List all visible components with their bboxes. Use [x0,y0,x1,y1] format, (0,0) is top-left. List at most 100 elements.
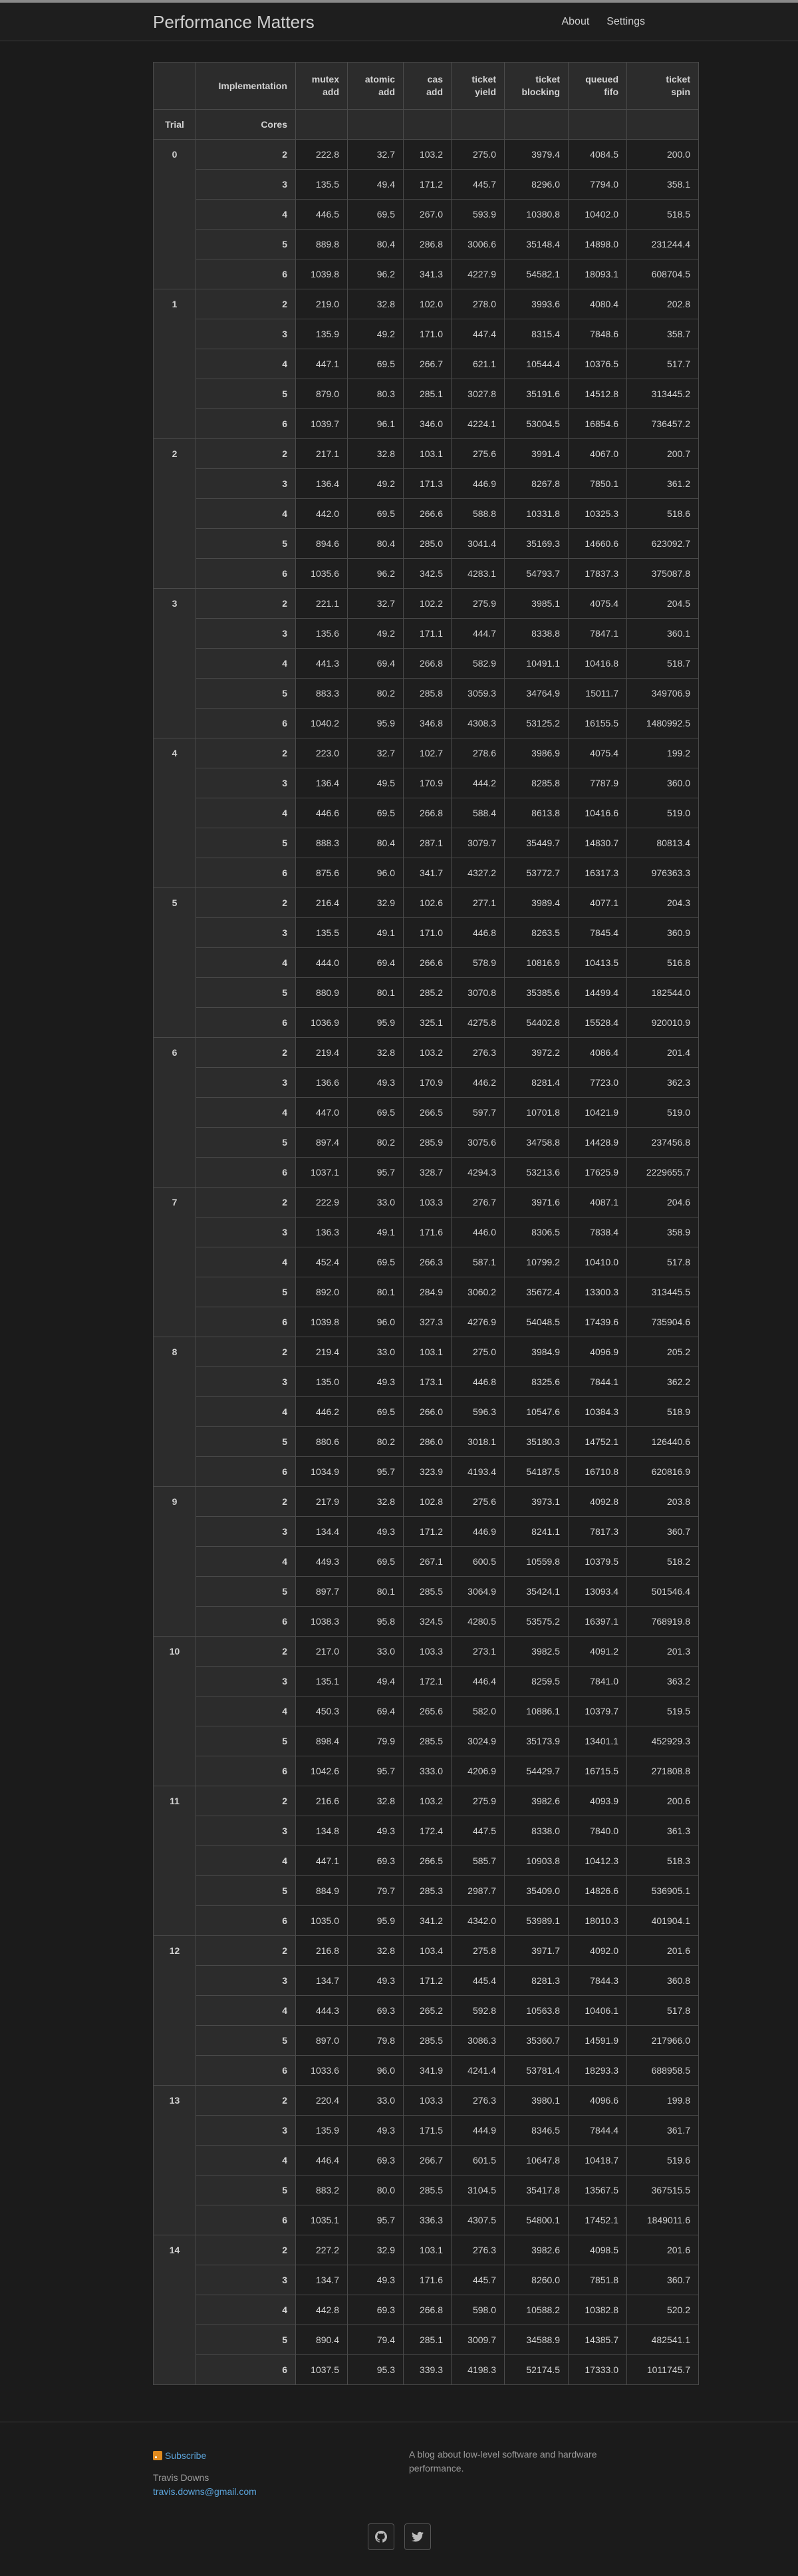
value-cell: 171.1 [403,618,452,649]
value-cell: 3993.6 [504,289,569,319]
value-cell: 69.3 [347,2295,404,2325]
value-cell: 4241.4 [451,2055,505,2086]
value-cell: 898.4 [295,1726,348,1756]
value-cell: 1035.6 [295,558,348,589]
header-trial: Trial [153,109,196,140]
value-cell: 4096.9 [568,1337,627,1367]
value-cell: 16710.8 [568,1456,627,1487]
table-row: 1 2 219.0 32.8 102.0 278.0 3993.6 4080.4 202.8 [153,289,699,439]
value-cell: 1039.7 [295,408,348,439]
cores-cell: 5 [196,2175,296,2205]
value-cell: 888.3 [295,828,348,858]
value-cell: 221.1 [295,588,348,619]
value-cell: 14385.7 [568,2325,627,2355]
value-cell: 54429.7 [504,1756,569,1786]
value-cell: 201.4 [626,1037,699,1068]
value-cell: 285.2 [403,977,452,1008]
value-cell: 134.7 [295,2265,348,2295]
value-cell: 444.2 [451,768,505,798]
cores-cell: 6 [196,408,296,439]
subscribe-link[interactable]: Subscribe [153,2450,206,2461]
value-cell: 4092.0 [568,1935,627,1966]
value-cell: 313445.5 [626,1277,699,1307]
trial-cell: 13 [153,2085,196,2235]
value-cell: 4308.3 [451,708,505,738]
value-cell: 16397.1 [568,1606,627,1637]
value-cell: 53213.6 [504,1157,569,1188]
value-cell: 276.3 [451,2235,505,2265]
value-cell: 517.8 [626,1995,699,2026]
value-cell: 276.7 [451,1187,505,1217]
value-cell: 200.6 [626,1786,699,1816]
cores-cell: 3 [196,2115,296,2146]
value-cell: 222.8 [295,139,348,170]
cores-cell: 6 [196,1905,296,1936]
value-cell: 103.3 [403,1187,452,1217]
value-cell: 623092.7 [626,528,699,559]
value-cell: 103.2 [403,139,452,170]
value-cell: 8263.5 [504,917,569,948]
value-cell: 1039.8 [295,259,348,289]
value-cell: 519.6 [626,2145,699,2175]
table-row: 10 2 217.0 33.0 103.3 273.1 3982.5 4091.2 201.3 [153,1636,699,1786]
value-cell: 32.7 [347,139,404,170]
value-cell: 204.3 [626,887,699,918]
table-row: 3 134.7 49.3 171.2 445.4 8281.3 7844.3 360.8 [154,1965,699,1996]
subheader-blank [347,109,404,140]
table-row: 5 880.6 80.2 286.0 3018.1 35180.3 14752.1 12644… [154,1426,699,1457]
value-cell: 95.9 [347,708,404,738]
cores-cell: 4 [196,1247,296,1277]
value-cell: 285.5 [403,1576,452,1607]
value-cell: 4224.1 [451,408,505,439]
value-cell: 171.0 [403,917,452,948]
table-row: 5 894.6 80.4 285.0 3041.4 35169.3 14660.6 62309… [154,528,699,559]
value-cell: 441.3 [295,648,348,679]
table-row: 5 897.0 79.8 285.5 3086.3 35360.7 14591.9 21796… [154,2025,699,2056]
value-cell: 313445.2 [626,379,699,409]
value-cell: 136.3 [295,1217,348,1247]
value-cell: 17837.3 [568,558,627,589]
value-cell: 80.2 [347,1426,404,1457]
value-cell: 103.3 [403,2085,452,2116]
site-title[interactable]: Performance Matters [153,12,315,33]
table-row: 12 2 216.8 32.8 103.4 275.8 3971.7 4092.0 201.6 [153,1935,699,2086]
table-row: 5 2 216.4 32.9 102.6 277.1 3989.4 4077.1 204.3 [153,887,699,1038]
value-cell: 4075.4 [568,738,627,768]
value-cell: 49.3 [347,1367,404,1397]
table-row: 4 447.1 69.5 266.7 621.1 10544.4 10376.5 517.7 [154,349,699,379]
value-cell: 3041.4 [451,528,505,559]
author-email[interactable]: travis.downs@gmail.com [153,2486,257,2497]
value-cell: 14591.9 [568,2025,627,2056]
cores-cell: 3 [196,917,296,948]
value-cell: 49.2 [347,468,404,499]
value-cell: 7847.1 [568,618,627,649]
cores-cell: 4 [196,2145,296,2175]
twitter-button[interactable] [404,2523,431,2550]
nav-settings[interactable]: Settings [606,16,645,27]
value-cell: 890.4 [295,2325,348,2355]
value-cell: 171.2 [403,169,452,200]
value-cell: 10491.1 [504,648,569,679]
table-row: 5 897.4 80.2 285.9 3075.6 34758.8 14428.9 23745… [154,1127,699,1158]
table-row: 6 1038.3 95.8 324.5 4280.5 53575.2 16397.1 7689… [154,1606,699,1637]
value-cell: 349706.9 [626,678,699,709]
value-cell: 4198.3 [451,2354,505,2385]
cores-cell: 6 [196,708,296,738]
value-cell: 171.5 [403,2115,452,2146]
nav-about[interactable]: About [561,16,589,27]
cores-cell: 4 [196,1846,296,1876]
cores-cell: 6 [196,2205,296,2235]
value-cell: 14898.0 [568,229,627,259]
table-row: 6 1033.6 96.0 341.9 4241.4 53781.4 18293.3 6889… [154,2055,699,2086]
value-cell: 275.8 [451,1935,505,1966]
cores-cell: 5 [196,379,296,409]
value-cell: 1035.1 [295,2205,348,2235]
value-cell: 879.0 [295,379,348,409]
github-button[interactable] [368,2523,394,2550]
table-row: 5 889.8 80.4 286.8 3006.6 35148.4 14898.0 23124… [154,229,699,259]
value-cell: 35173.9 [504,1726,569,1756]
value-cell: 3972.2 [504,1037,569,1068]
trial-cell: 5 [153,887,196,1038]
value-cell: 285.0 [403,528,452,559]
value-cell: 4086.4 [568,1037,627,1068]
